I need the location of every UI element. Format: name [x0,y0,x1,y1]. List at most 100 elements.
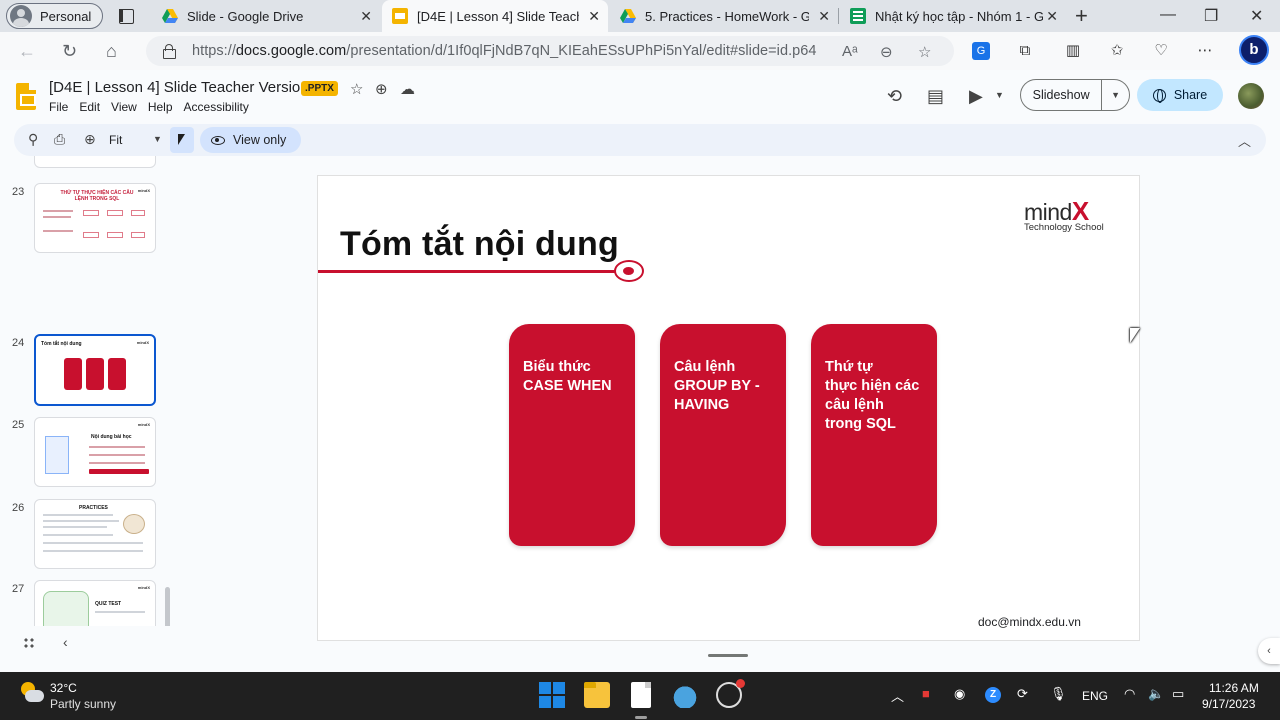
google-drive-icon [620,9,636,23]
zalo-icon[interactable]: Z [985,687,1001,703]
tab-nhat-ky-hoc-tap[interactable]: Nhật ký học tập - Nhóm 1 - Google Sheets… [840,0,1066,32]
slide-thumbnail-27[interactable]: QUIZ TEST mindX [34,580,156,626]
translate-extension-icon[interactable]: G [972,42,990,60]
slide-title: Tóm tắt nội dung [340,225,619,263]
home-icon[interactable]: ⌂ [106,41,117,62]
slide-canvas[interactable]: Tóm tắt nội dung mindX Technology School… [317,175,1140,641]
tab-separator [838,8,839,24]
comments-icon[interactable]: ▤ [927,86,944,107]
browser-essentials-icon[interactable]: ♡ [1152,42,1170,60]
menu-file[interactable]: File [49,100,68,114]
tab-lesson-slides[interactable]: [D4E | Lesson 4] Slide Teacher Version ✕ [382,0,608,32]
filmstrip-scrollbar[interactable] [165,587,170,626]
clock-date[interactable]: 9/17/2023 [1202,697,1255,711]
select-pointer-icon[interactable] [170,127,194,153]
slide-thumbnail-25[interactable]: Nội dung bài học mindX [34,417,156,487]
slide-thumbnail-22[interactable] [34,156,156,168]
speaker-notes-handle[interactable] [708,654,748,657]
clock-time[interactable]: 11:26 AM [1209,681,1259,695]
tray-app-icon[interactable]: ■ [922,686,930,701]
thumbnail-text-line [89,446,145,448]
file-explorer-icon[interactable] [584,682,610,708]
close-tab-icon[interactable]: ✕ [1046,8,1058,25]
weather-temperature[interactable]: 32°C [50,681,77,695]
menu-help[interactable]: Help [148,100,173,114]
partly-sunny-icon[interactable] [18,682,44,704]
zoom-select[interactable]: Fit [109,133,122,147]
star-icon[interactable]: ☆ [350,80,363,98]
slide-thumbnail-24[interactable]: Tóm tắt nội dung mindX [34,334,156,406]
slideshow-label[interactable]: Slideshow [1021,80,1103,110]
meet-camera-icon[interactable]: ▶ [969,86,983,107]
menu-view[interactable]: View [111,100,137,114]
slide-thumbnail-23[interactable]: THỨ TỰ THỰC HIỆN CÁC CÂU LỆNH TRONG SQL … [34,183,156,253]
sync-icon[interactable]: ⟳ [1017,686,1028,702]
tab-practices-homework[interactable]: 5. Practices - HomeWork - Google Drive ✕ [610,0,838,32]
tray-app-icon[interactable]: ◉ [954,686,965,702]
show-hidden-icons-icon[interactable]: ︿ [891,686,904,705]
favorite-star-icon[interactable]: ☆ [918,43,931,61]
close-tab-icon[interactable]: ✕ [588,8,600,25]
new-tab-icon[interactable]: + [1075,3,1088,29]
collapse-filmstrip-icon[interactable]: ‹ [63,634,68,650]
chevron-up-icon[interactable]: ︿ [1238,131,1251,150]
back-icon[interactable]: ← [18,41,36,62]
close-tab-icon[interactable]: ✕ [360,8,372,25]
cloud-status-icon[interactable]: ☁ [400,80,415,98]
cloud-app-icon[interactable] [672,682,698,708]
bing-copilot-icon[interactable]: b [1239,35,1269,65]
read-aloud-icon[interactable]: Aᵃ [842,43,858,60]
version-history-icon[interactable]: ⟲ [887,86,902,107]
footer-email: doc@mindx.edu.vn [978,615,1081,629]
battery-icon[interactable]: ▭ [1172,686,1184,702]
file-type-badge: .PPTX [301,81,338,96]
grid-view-icon[interactable] [23,637,35,649]
lock-icon[interactable] [163,44,176,59]
user-avatar[interactable] [1238,83,1264,109]
zoom-icon[interactable]: ⊕ [84,131,96,148]
slide-filmstrip[interactable]: 23 THỨ TỰ THỰC HIỆN CÁC CÂU LỆNH TRONG S… [0,156,176,626]
input-language[interactable]: ENG [1082,689,1108,703]
tab-title: Slide - Google Drive [187,8,304,24]
windows-start-icon[interactable] [539,682,565,708]
split-screen-icon[interactable]: ▥ [1064,42,1082,60]
document-title[interactable]: [D4E | Lesson 4] Slide Teacher Version [49,79,309,96]
view-only-button[interactable]: View only [200,127,301,153]
menu-edit[interactable]: Edit [79,100,100,114]
google-slides-logo-icon[interactable] [16,83,36,110]
notepad-icon[interactable] [631,682,651,708]
address-bar[interactable]: https://docs.google.com/presentation/d/1… [146,36,954,66]
title-accent-icon [614,260,644,282]
obs-studio-icon[interactable] [716,679,745,708]
print-icon[interactable]: ⎙ [54,131,65,148]
tab-actions-icon[interactable] [116,6,136,26]
favorites-icon[interactable]: ✩ [1108,42,1126,60]
extensions-icon[interactable]: ⧉ [1016,42,1034,60]
settings-menu-icon[interactable]: ⋯ [1196,42,1214,60]
expand-side-panel-icon[interactable]: ‹ [1258,638,1280,664]
close-tab-icon[interactable]: ✕ [818,8,830,25]
slide-thumbnail-26[interactable]: PRACTICES [34,499,156,569]
minimize-icon[interactable]: — [1160,6,1176,24]
tab-slide-google-drive[interactable]: Slide - Google Drive ✕ [152,0,380,32]
profile-button[interactable]: Personal [6,3,103,29]
close-window-icon[interactable]: ✕ [1250,6,1263,26]
weather-condition[interactable]: Partly sunny [50,697,116,711]
reload-icon[interactable]: ↻ [62,41,77,62]
slideshow-button[interactable]: Slideshow ▼ [1020,79,1130,111]
volume-icon[interactable]: 🔈 [1148,686,1164,702]
move-to-folder-icon[interactable]: ⊕ [375,80,388,98]
search-menus-icon[interactable]: ⚲ [28,131,38,148]
share-button[interactable]: Share [1137,79,1223,111]
slideshow-options-icon[interactable]: ▼ [1102,90,1129,100]
profile-label: Personal [40,8,92,24]
microphone-icon[interactable]: 🎙 [1050,686,1067,702]
restore-icon[interactable]: ❐ [1204,6,1218,26]
zoom-icon[interactable]: ⊖ [880,43,893,61]
wifi-icon[interactable]: ◠ [1124,686,1135,702]
chevron-down-icon[interactable]: ▼ [153,134,162,144]
menu-accessibility[interactable]: Accessibility [184,100,249,114]
chevron-down-icon[interactable]: ▼ [995,90,1004,100]
url-text[interactable]: https://docs.google.com/presentation/d/1… [192,43,817,59]
slide-number: 26 [12,502,25,514]
